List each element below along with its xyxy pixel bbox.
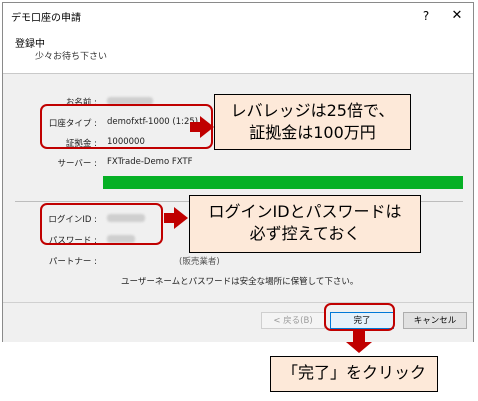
partner-value-hint: (販売業者) <box>179 257 220 267</box>
callout-credentials-line2: 必ず控えておく <box>249 224 361 243</box>
header-title: 登録中 <box>15 39 45 50</box>
close-icon[interactable]: ✕ <box>448 7 466 25</box>
callout-click-done: 「完了」をクリック <box>270 356 438 392</box>
callout-credentials-line1: ログインIDとパスワードは <box>208 202 402 221</box>
progress-bar <box>103 176 463 189</box>
callout-leverage: レバレッジは25倍で、 証拠金は100万円 <box>214 94 411 150</box>
server-value: FXTrade-Demo FXTF <box>107 157 193 167</box>
header-subtitle: 少々お待ち下さい <box>35 52 108 62</box>
server-label: サーバー : <box>57 159 97 169</box>
partner-label: パートナー : <box>48 257 97 267</box>
highlight-login-credentials <box>40 203 163 245</box>
help-icon[interactable]: ? <box>417 7 435 25</box>
save-credentials-notice: ユーザーネームとパスワードは安全な場所に保管して下さい。 <box>121 277 359 287</box>
arrow-head-callout2 <box>174 207 188 229</box>
highlight-done-button <box>324 303 395 331</box>
back-button[interactable]: < 戻る(B) <box>261 312 325 329</box>
dialog-window: デモ口座の申請 ? ✕ 登録中 少々お待ち下さい お名前 : 口座タイプ : d… <box>2 2 474 342</box>
arrow-head-down <box>346 342 372 353</box>
title-bar: デモ口座の申請 ? ✕ <box>3 3 473 29</box>
window-title: デモ口座の申請 <box>11 13 81 24</box>
callout-leverage-line1: レバレッジは25倍で、 <box>230 101 395 120</box>
cancel-button[interactable]: キャンセル <box>403 312 467 329</box>
wizard-footer: < 戻る(B) 完了 キャンセル <box>3 302 473 342</box>
highlight-account-info <box>40 104 213 149</box>
callout-leverage-line2: 証拠金は100万円 <box>249 123 376 142</box>
callout-credentials: ログインIDとパスワードは 必ず控えておく <box>189 195 421 253</box>
wizard-header: 登録中 少々お待ち下さい <box>3 29 473 74</box>
arrow-head-callout1 <box>200 116 214 138</box>
